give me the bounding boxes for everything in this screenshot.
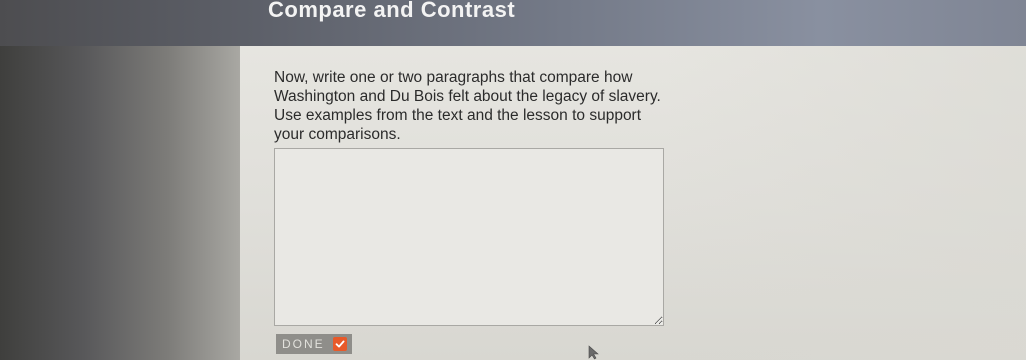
checkmark-icon [332,337,347,351]
page-title: Compare and Contrast [268,0,516,22]
prompt-text: Now, write one or two paragraphs that co… [274,69,661,143]
done-button[interactable]: DONE [276,334,352,354]
done-button-label: DONE [282,337,325,351]
answer-textarea[interactable] [274,148,664,326]
mouse-cursor-icon [588,345,600,360]
screen-left-edge [0,0,240,360]
header-bar: Compare and Contrast [0,0,1026,46]
